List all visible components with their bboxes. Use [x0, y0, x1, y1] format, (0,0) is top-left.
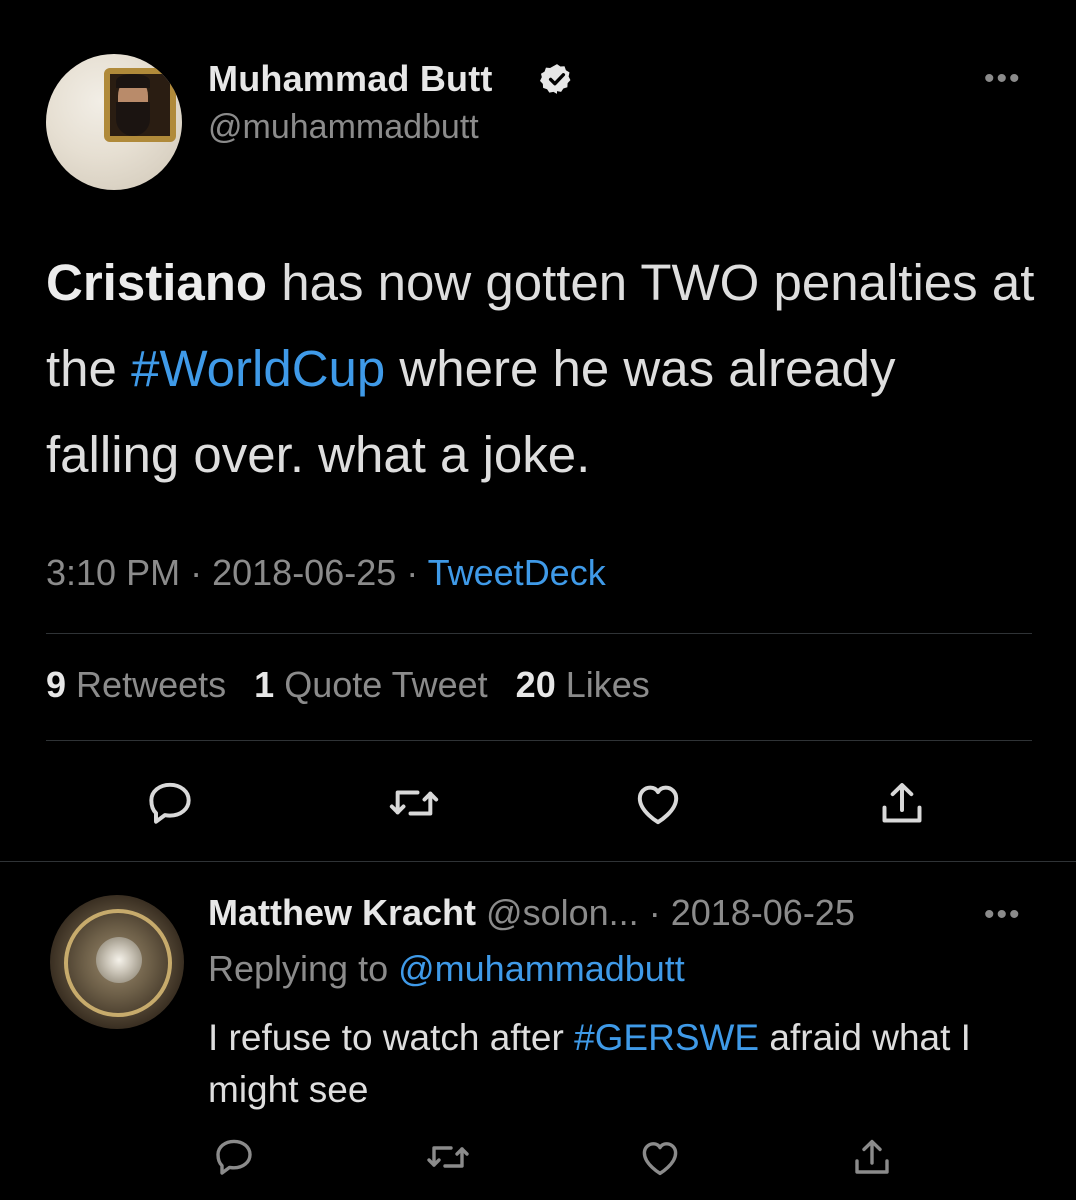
meta-separator: ·: [406, 552, 419, 593]
hashtag-link[interactable]: #GERSWE: [574, 1017, 759, 1058]
reply-author-name[interactable]: Matthew Kracht: [208, 892, 476, 933]
replying-to: Replying to @muhammadbutt: [208, 948, 685, 990]
avatar-hair-shape: [116, 74, 150, 88]
meta-separator: ·: [190, 552, 203, 593]
comment-icon[interactable]: [142, 775, 198, 831]
quotes-label: Quote Tweet: [284, 664, 488, 705]
quotes-count: 1: [254, 664, 275, 705]
retweet-icon[interactable]: [424, 1133, 472, 1181]
replying-label: Replying to: [208, 948, 389, 989]
likes-count: 20: [515, 664, 556, 705]
reply-avatar[interactable]: [50, 895, 184, 1029]
retweets-stat[interactable]: 9 Retweets: [46, 664, 226, 705]
quotes-stat[interactable]: 1 Quote Tweet: [254, 664, 488, 705]
share-icon[interactable]: [874, 775, 930, 831]
share-icon[interactable]: [848, 1133, 896, 1181]
tweet-time: 3:10 PM: [46, 552, 181, 593]
author-display-name[interactable]: Muhammad Butt: [208, 58, 493, 100]
tweet-meta: 3:10 PM · 2018-06-25 · TweetDeck: [46, 552, 606, 594]
meta-separator: ·: [648, 892, 661, 933]
tweet-text-bold-lead: Cristiano: [46, 254, 268, 311]
more-icon[interactable]: •••: [984, 898, 1022, 932]
more-icon[interactable]: •••: [984, 62, 1022, 96]
avatar[interactable]: [46, 54, 182, 190]
retweet-icon[interactable]: [386, 775, 442, 831]
reply-date[interactable]: 2018-06-25: [671, 892, 855, 933]
likes-stat[interactable]: 20 Likes: [516, 664, 650, 705]
mention-link[interactable]: @muhammadbutt: [398, 948, 685, 989]
tweet-stats: 9 Retweets 1 Quote Tweet 20 Likes: [46, 664, 650, 706]
divider: [46, 740, 1032, 741]
avatar-beard-shape: [116, 102, 150, 136]
comment-icon[interactable]: [210, 1133, 258, 1181]
author-handle[interactable]: @muhammadbutt: [208, 108, 479, 147]
tweet-text: Cristiano has now gotten TWO penalties a…: [46, 240, 1036, 498]
retweets-label: Retweets: [76, 664, 227, 705]
reply-text: I refuse to watch after #GERSWE afraid w…: [208, 1012, 1008, 1116]
retweets-count: 9: [46, 664, 67, 705]
reply-author-handle[interactable]: @solon...: [486, 892, 639, 933]
verified-badge-icon: [540, 64, 571, 94]
reply-text-part1: I refuse to watch after: [208, 1017, 575, 1058]
hashtag-link[interactable]: #WorldCup: [131, 340, 385, 397]
likes-label: Likes: [565, 664, 650, 705]
divider: [46, 633, 1032, 634]
heart-icon[interactable]: [630, 775, 686, 831]
tweet-date: 2018-06-25: [212, 552, 397, 593]
avatar-gem-shape: [96, 937, 142, 983]
tweet-source-link[interactable]: TweetDeck: [428, 552, 606, 593]
reply-header: Matthew Kracht @solon... · 2018-06-25: [208, 892, 855, 934]
divider: [0, 861, 1076, 862]
heart-icon[interactable]: [636, 1133, 684, 1181]
